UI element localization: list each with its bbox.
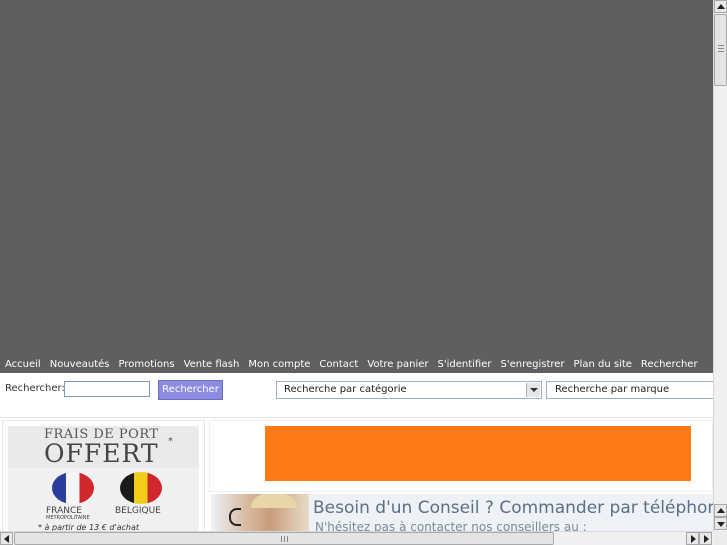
france-flag-icon [52, 472, 94, 504]
page-viewport: Accueil Nouveautés Promotions Vente flas… [0, 0, 713, 531]
grip-icon [281, 536, 290, 542]
nav-item-rechercher[interactable]: Rechercher [636, 356, 702, 373]
chevron-down-icon[interactable] [526, 383, 540, 397]
brand-select[interactable]: Recherche par marque [546, 381, 713, 399]
shipping-line2: OFFERT [44, 439, 159, 468]
france-sublabel: METROPOLITAINE [46, 515, 90, 521]
scroll-down-icon[interactable] [714, 517, 727, 530]
headset-icon [229, 508, 241, 526]
header-banner [0, 0, 713, 356]
nav-item-mon-compte[interactable]: Mon compte [244, 356, 315, 373]
scroll-right-icon[interactable] [686, 532, 699, 545]
shipping-star: * [168, 436, 173, 447]
scroll-up-icon[interactable] [714, 0, 727, 13]
nav-item-nouveautes[interactable]: Nouveautés [45, 356, 114, 373]
nav-item-votre-panier[interactable]: Votre panier [363, 356, 433, 373]
belgium-label: BELGIQUE [115, 506, 161, 516]
advisor-hair [251, 494, 297, 508]
shipping-note: * à partir de 13 € d'achat [38, 523, 140, 531]
horizontal-scrollbar[interactable] [0, 531, 713, 545]
nav-item-vente-flash[interactable]: Vente flash [179, 356, 244, 373]
free-shipping-banner[interactable]: FRAIS DE PORT OFFERT * FRANCE METROPOLIT… [8, 426, 199, 531]
scroll-right-icon[interactable] [699, 532, 712, 545]
nav-item-contact[interactable]: Contact [315, 356, 363, 373]
phone-advice-banner[interactable]: Besoin d'un Conseil ? Commander par télé… [211, 494, 713, 531]
category-select-value: Recherche par catégorie [284, 384, 407, 395]
scroll-left-icon[interactable] [0, 532, 13, 545]
section-divider [0, 417, 713, 418]
search-button[interactable]: Rechercher [158, 380, 223, 400]
advice-title: Besoin d'un Conseil ? Commander par télé… [313, 498, 713, 518]
belgium-flag-icon [120, 472, 162, 504]
nav-item-sidentifier[interactable]: S'identifier [433, 356, 496, 373]
search-bar: Rechercher: Rechercher Recherche par cat… [0, 373, 713, 417]
scroll-up-icon[interactable] [714, 504, 727, 517]
nav-item-plan-du-site[interactable]: Plan du site [569, 356, 636, 373]
brand-select-value: Recherche par marque [555, 384, 670, 395]
scrollbar-corner [713, 531, 727, 545]
horizontal-scroll-thumb[interactable] [14, 532, 554, 545]
promo-banner[interactable] [265, 426, 691, 481]
nav-item-accueil[interactable]: Accueil [0, 356, 45, 373]
advisor-photo [211, 494, 309, 531]
nav-item-senregistrer[interactable]: S'enregistrer [496, 356, 569, 373]
search-label: Rechercher: [5, 383, 65, 394]
category-select[interactable]: Recherche par catégorie [276, 381, 542, 399]
advice-subtitle: N'hésitez pas à contacter nos conseiller… [315, 520, 587, 531]
search-input[interactable] [64, 381, 150, 397]
vertical-scrollbar[interactable] [713, 0, 727, 531]
grip-icon [718, 45, 724, 54]
main-nav: Accueil Nouveautés Promotions Vente flas… [0, 356, 713, 373]
vertical-scroll-thumb[interactable] [714, 14, 727, 86]
nav-item-promotions[interactable]: Promotions [114, 356, 179, 373]
